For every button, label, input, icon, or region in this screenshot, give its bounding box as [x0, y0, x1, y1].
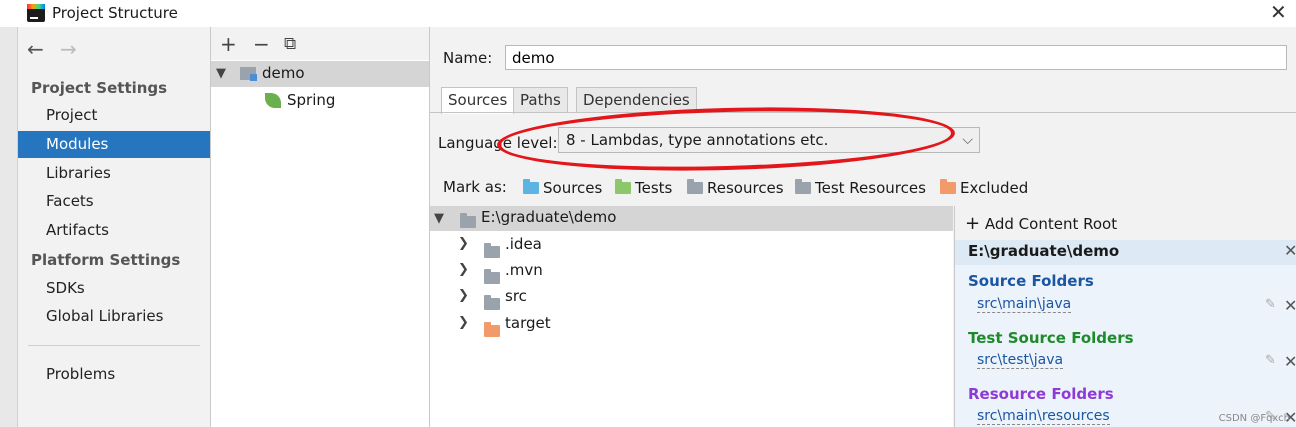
module-toolbar: + − ⧉ — [211, 27, 429, 60]
content-tree: ▼ E:\graduate\demo ❯ .idea ❯ .mvn ❯ src … — [430, 206, 953, 427]
collapsed-chevron-icon[interactable]: ❯ — [458, 231, 469, 257]
remove-root-icon[interactable]: ✕ — [1284, 241, 1296, 260]
project-settings-header: Project Settings — [31, 79, 168, 97]
remove-folder-icon[interactable]: ✕ — [1284, 296, 1296, 315]
mark-as-sources[interactable]: Sources — [523, 179, 602, 197]
content-roots-pane: + Add Content Root E:\graduate\demo ✕ So… — [954, 206, 1296, 427]
remove-module-icon[interactable]: − — [253, 32, 270, 56]
tree-row-mvn[interactable]: ❯ .mvn — [430, 257, 953, 284]
excluded-folder-icon — [484, 322, 500, 337]
mark-as-excluded[interactable]: Excluded — [940, 179, 1028, 197]
plus-icon: + — [965, 213, 981, 234]
nav-item-artifacts[interactable]: Artifacts — [18, 217, 210, 244]
content-root-card: Source Folders src\main\java ✎ ✕ Test So… — [955, 265, 1296, 427]
tree-row-src[interactable]: ❯ src — [430, 283, 953, 310]
mark-as-resources[interactable]: Resources — [687, 179, 784, 197]
resources-folder-icon — [687, 179, 703, 194]
mark-as-test-resources[interactable]: Test Resources — [795, 179, 926, 197]
nav-item-project[interactable]: Project — [18, 102, 210, 129]
collapsed-chevron-icon[interactable]: ❯ — [458, 257, 469, 283]
edit-pencil-icon[interactable]: ✎ — [1265, 353, 1276, 368]
platform-settings-header: Platform Settings — [31, 251, 181, 269]
settings-nav: ← → Project Settings Project Modules Lib… — [18, 27, 211, 427]
tree-item-label: .mvn — [505, 261, 543, 279]
tree-row-root[interactable]: ▼ E:\graduate\demo — [430, 206, 953, 231]
nav-item-modules[interactable]: Modules — [18, 131, 210, 158]
spring-leaf-icon — [265, 93, 281, 108]
tab-paths[interactable]: Paths — [513, 87, 568, 113]
nav-item-problems[interactable]: Problems — [18, 361, 210, 388]
add-content-root-button[interactable]: + Add Content Root — [965, 213, 1117, 234]
nav-item-libraries[interactable]: Libraries — [18, 160, 210, 187]
excluded-folder-icon — [940, 179, 956, 194]
watermark: CSDN @Fqxch — [1218, 413, 1290, 424]
module-tree-pane: + − ⧉ ▼ demo Spring — [211, 27, 430, 427]
content-root-path: E:\graduate\demo — [968, 242, 1120, 260]
edit-pencil-icon[interactable]: ✎ — [1265, 297, 1276, 312]
test-folder-path[interactable]: src\test\java — [977, 352, 1064, 369]
folder-icon — [484, 295, 500, 310]
module-folder-icon — [240, 67, 257, 81]
content-root-header: E:\graduate\demo ✕ — [955, 240, 1296, 265]
tree-row-target[interactable]: ❯ target — [430, 310, 953, 337]
mark-as-label: Mark as: — [443, 178, 507, 196]
forward-arrow-icon[interactable]: → — [60, 37, 77, 61]
language-level-select[interactable]: 8 - Lambdas, type annotations etc. ⌵ — [558, 127, 980, 153]
name-label: Name: — [443, 49, 493, 67]
tab-sources[interactable]: Sources — [441, 87, 515, 114]
resource-folder-path[interactable]: src\main\resources — [977, 408, 1110, 425]
tree-item-label: src — [505, 287, 527, 305]
tests-folder-icon — [615, 179, 631, 194]
nav-item-facets[interactable]: Facets — [18, 188, 210, 215]
chevron-down-icon: ⌵ — [962, 132, 973, 148]
facet-row-spring[interactable]: Spring — [211, 88, 429, 114]
add-module-icon[interactable]: + — [220, 32, 237, 56]
tree-row-idea[interactable]: ❯ .idea — [430, 231, 953, 258]
copy-module-icon[interactable]: ⧉ — [284, 34, 296, 54]
language-level-label: Language level: — [438, 134, 558, 152]
nav-item-sdks[interactable]: SDKs — [18, 275, 210, 302]
mark-as-tests[interactable]: Tests — [615, 179, 672, 197]
tab-divider — [430, 112, 1296, 113]
close-icon[interactable]: ✕ — [1270, 1, 1287, 23]
tree-item-label: target — [505, 314, 551, 332]
test-resources-folder-icon — [795, 179, 811, 194]
collapsed-chevron-icon[interactable]: ❯ — [458, 310, 469, 336]
intellij-app-icon — [27, 4, 45, 22]
sources-folder-icon — [523, 179, 539, 194]
collapsed-chevron-icon[interactable]: ❯ — [458, 283, 469, 309]
source-folders-header: Source Folders — [968, 272, 1094, 290]
resource-folders-header: Resource Folders — [968, 385, 1114, 403]
tab-dependencies[interactable]: Dependencies — [576, 87, 697, 113]
title-bar: Project Structure ✕ — [0, 0, 1296, 27]
tree-root-path: E:\graduate\demo — [481, 208, 617, 226]
folder-icon — [460, 213, 476, 228]
language-level-value: 8 - Lambdas, type annotations etc. — [566, 131, 829, 149]
module-name: demo — [262, 64, 305, 82]
window-title: Project Structure — [52, 4, 178, 22]
test-source-folders-header: Test Source Folders — [968, 329, 1134, 347]
expanded-chevron-icon[interactable]: ▼ — [434, 211, 444, 226]
expanded-chevron-icon[interactable]: ▼ — [216, 66, 226, 81]
source-folder-path[interactable]: src\main\java — [977, 296, 1072, 313]
remove-folder-icon[interactable]: ✕ — [1284, 352, 1296, 371]
back-arrow-icon[interactable]: ← — [27, 37, 44, 61]
nav-divider — [28, 345, 200, 346]
nav-item-global-libraries[interactable]: Global Libraries — [18, 303, 210, 330]
facet-name: Spring — [287, 91, 336, 109]
module-name-input[interactable] — [505, 45, 1287, 70]
background-window-edge — [0, 27, 18, 427]
tree-item-label: .idea — [505, 235, 542, 253]
module-row-demo[interactable]: ▼ demo — [211, 61, 429, 87]
